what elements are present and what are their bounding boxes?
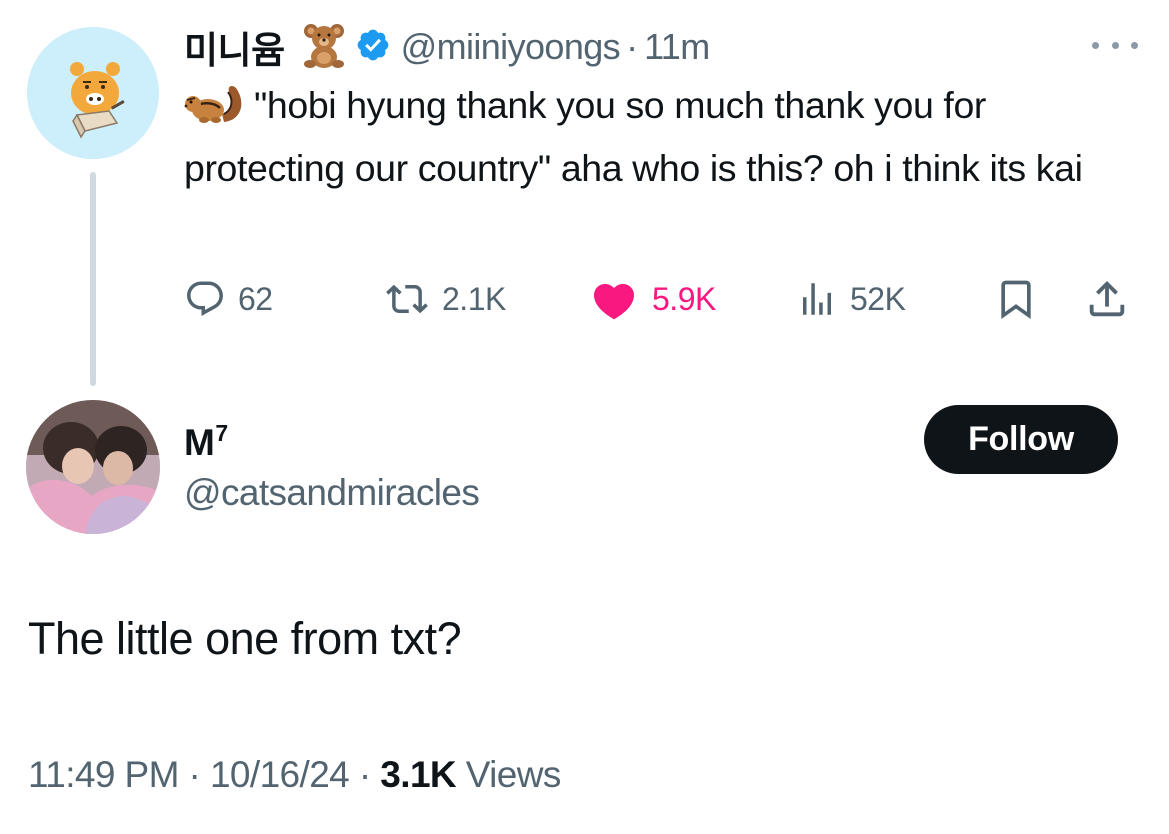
repost-button[interactable]: 2.1K [384,274,506,324]
photo-avatar-icon [26,400,160,534]
more-icon[interactable] [1092,38,1138,52]
tweet-actions-bar: 62 2.1K 5.9K 52K [184,274,1144,324]
reply-display-name-superscript: 7 [215,420,228,446]
bookmark-icon [1001,280,1031,320]
parent-tweet-body: "hobi hyung thank you so much thank you … [184,78,1144,196]
bookmark-button[interactable] [994,274,1050,324]
share-button[interactable] [1084,274,1142,324]
parent-avatar[interactable] [27,27,159,159]
views-icon [803,283,831,315]
reply-icon [187,281,223,316]
thread-line [90,172,96,386]
reply-views-label: Views [465,754,562,795]
ryan-character-icon [27,27,159,159]
parent-timestamp[interactable]: 11m [644,26,710,68]
parent-display-name[interactable]: 미니윰 [184,20,285,74]
reply-handle[interactable]: @catsandmiracles [184,472,480,514]
parent-tweet-text: "hobi hyung thank you so much thank you … [184,84,1083,189]
reply-display-name-text: M [184,422,215,463]
verified-badge-icon[interactable] [355,27,391,68]
follow-button[interactable]: Follow [924,405,1118,474]
separator-dot: · [626,26,639,67]
like-button[interactable]: 5.9K [588,274,716,324]
repost-icon [386,284,428,314]
repost-count: 2.1K [442,280,506,317]
reply-date[interactable]: 10/16/24 [210,754,350,795]
share-icon [1089,280,1125,317]
chipmunk-emoji-icon [184,82,246,141]
separator-dot: · [188,754,201,795]
views-count: 52K [850,280,906,317]
reply-avatar[interactable] [26,400,160,534]
reply-count: 62 [238,280,273,317]
separator-dot: · [358,754,371,795]
like-count: 5.9K [652,280,716,317]
reply-meta: 11:49 PM · 10/16/24 · 3.1K Views [28,754,561,796]
reply-views-count: 3.1K [380,754,457,795]
reply-display-name[interactable]: M7 [184,420,228,464]
reply-tweet-text: The little one from txt? [28,613,462,664]
like-icon [593,284,635,320]
teddy-bear-emoji-icon [299,20,349,75]
reply-button[interactable]: 62 [184,274,273,324]
reply-time[interactable]: 11:49 PM [28,754,179,795]
parent-handle[interactable]: @miiniyoongs [401,26,621,68]
views-button[interactable]: 52K [796,274,906,324]
parent-header: 미니윰 @miiniyoongs · 11m [184,22,710,72]
